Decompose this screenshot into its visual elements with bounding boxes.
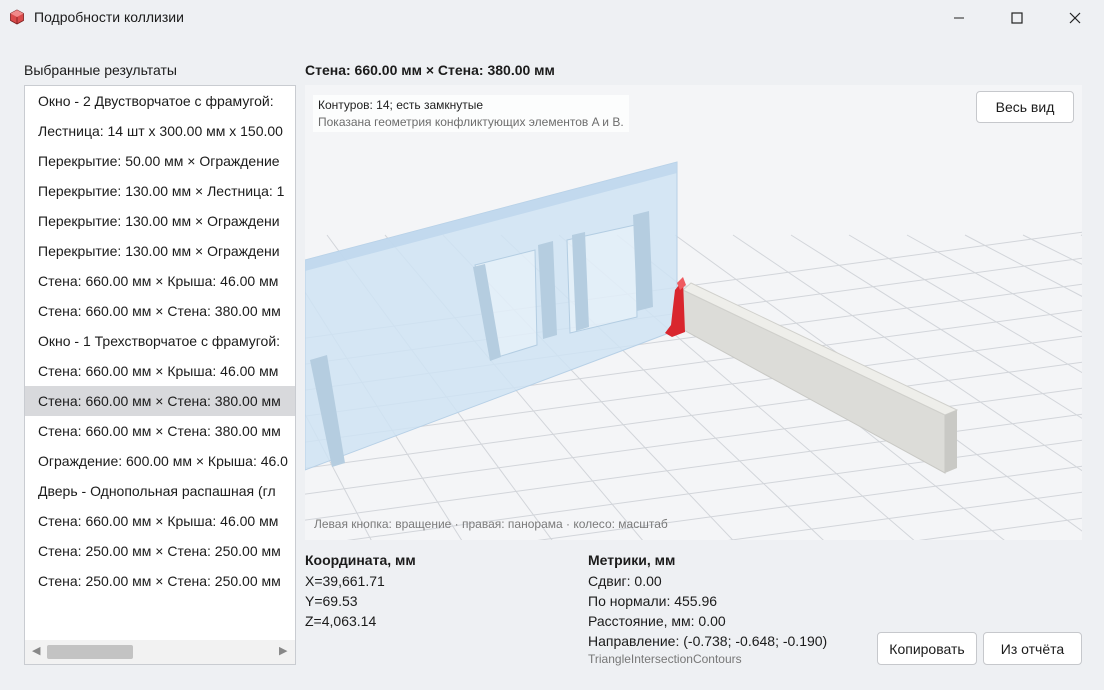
horizontal-scrollbar[interactable]: ◀ ▶ (25, 640, 295, 664)
metric-normal: По нормали: 455.96 (588, 593, 718, 609)
list-item[interactable]: Стена: 250.00 мм × Стена: 250.00 мм (25, 536, 295, 566)
list-item[interactable]: Окно - 1 Трехстворчатое с фрамугой: (25, 326, 295, 356)
scroll-left-icon[interactable]: ◀ (32, 644, 40, 657)
results-list[interactable]: Окно - 2 Двустворчатое с фрамугой: Лестн… (24, 85, 296, 665)
list-item[interactable]: Стена: 660.00 мм × Стена: 380.00 мм (25, 296, 295, 326)
list-item[interactable]: Лестница: 14 шт x 300.00 мм x 150.00 (25, 116, 295, 146)
list-item[interactable]: Стена: 660.00 мм × Крыша: 46.00 мм (25, 356, 295, 386)
list-item[interactable]: Стена: 660.00 мм × Стена: 380.00 мм (25, 416, 295, 446)
contours-text: Контуров: 14; есть замкнутые (318, 98, 484, 112)
app-cube-icon (10, 9, 24, 25)
coordinates-heading: Координата, мм (305, 552, 416, 568)
metrics-heading: Метрики, мм (588, 552, 676, 568)
minimize-icon (954, 17, 964, 19)
list-item[interactable]: Окно - 2 Двустворчатое с фрамугой: (25, 86, 295, 116)
method-label: TriangleIntersectionContours (588, 652, 742, 666)
maximize-icon (1011, 12, 1023, 24)
list-item[interactable]: Перекрытие: 130.00 мм × Ограждени (25, 206, 295, 236)
copy-button[interactable]: Копировать (877, 632, 977, 665)
scrollbar-thumb[interactable] (47, 645, 133, 659)
wall-b-end (945, 410, 957, 473)
scroll-right-icon[interactable]: ▶ (279, 644, 287, 657)
list-item[interactable]: Перекрытие: 130.00 мм × Ограждени (25, 236, 295, 266)
wall-b-front (679, 289, 946, 474)
metric-shift: Сдвиг: 0.00 (588, 573, 662, 589)
3d-scene (305, 161, 1082, 540)
maximize-button[interactable] (988, 0, 1046, 36)
metrics-section: Метрики, мм Сдвиг: 0.00 По нормали: 455.… (588, 551, 827, 666)
coord-x: X=39,661.71 (305, 573, 385, 589)
collision-title: Стена: 660.00 мм × Стена: 380.00 мм (305, 62, 555, 78)
coordinates-section: Координата, мм X=39,661.71 Y=69.53 Z=4,0… (305, 551, 416, 631)
coord-z: Z=4,063.14 (305, 613, 377, 629)
list-item[interactable]: Стена: 250.00 мм × Стена: 250.00 мм (25, 566, 295, 596)
metric-distance: Расстояние, мм: 0.00 (588, 613, 726, 629)
list-item[interactable]: Стена: 660.00 мм × Крыша: 46.00 мм (25, 506, 295, 536)
metric-direction: Направление: (-0.738; -0.648; -0.190) (588, 633, 828, 649)
geometry-note: Показана геометрия конфликтующих элемент… (318, 115, 624, 129)
list-item[interactable]: Перекрытие: 130.00 мм × Лестница: 1 (25, 176, 295, 206)
list-item[interactable]: Дверь - Однопольная распашная (гл (25, 476, 295, 506)
close-button[interactable] (1046, 0, 1104, 36)
list-item[interactable]: Ограждение: 600.00 мм × Крыша: 46.0 (25, 446, 295, 476)
from-report-button[interactable]: Из отчёта (983, 632, 1082, 665)
coord-y: Y=69.53 (305, 593, 358, 609)
window-title: Подробности коллизии (34, 9, 184, 25)
list-item[interactable]: Стена: 660.00 мм × Стена: 380.00 мм (25, 386, 295, 416)
close-icon (1069, 12, 1081, 24)
3d-viewport[interactable]: Контуров: 14; есть замкнутые Показана ге… (305, 85, 1082, 540)
list-item[interactable]: Стена: 660.00 мм × Крыша: 46.00 мм (25, 266, 295, 296)
minimize-button[interactable] (930, 0, 988, 36)
contours-info: Контуров: 14; есть замкнутые Показана ге… (313, 95, 629, 132)
list-item[interactable]: Перекрытие: 50.00 мм × Ограждение (25, 146, 295, 176)
navigation-hint: Левая кнопка: вращение · правая: панорам… (314, 517, 668, 531)
results-list-items: Окно - 2 Двустворчатое с фрамугой: Лестн… (25, 86, 295, 596)
results-label: Выбранные результаты (24, 62, 177, 78)
title-bar: Подробности коллизии (0, 0, 1104, 36)
fit-view-button[interactable]: Весь вид (976, 91, 1074, 123)
